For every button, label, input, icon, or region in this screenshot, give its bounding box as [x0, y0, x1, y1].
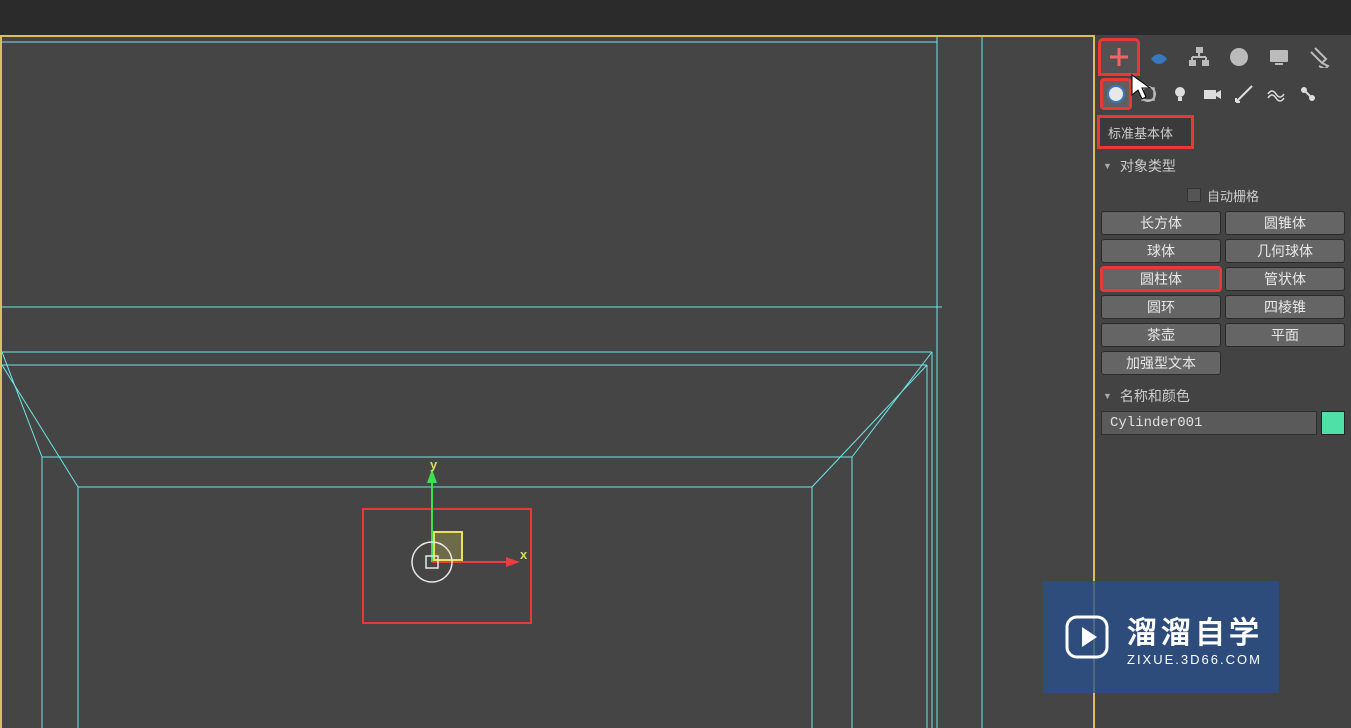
plane-button[interactable]: 平面: [1225, 323, 1345, 347]
create-tab[interactable]: [1099, 39, 1139, 75]
rollout-name-color-header[interactable]: ▼ 名称和颜色: [1095, 383, 1351, 409]
collapse-icon: ▼: [1103, 161, 1112, 171]
box-button[interactable]: 长方体: [1101, 211, 1221, 235]
object-name-input[interactable]: Cylinder001: [1101, 411, 1317, 435]
collapse-icon: ▼: [1103, 391, 1112, 401]
dropdown-label: 标准基本体: [1108, 123, 1173, 142]
tube-button[interactable]: 管状体: [1225, 267, 1345, 291]
rollout-name-color-title: 名称和颜色: [1120, 386, 1190, 406]
autogrid-checkbox[interactable]: [1187, 188, 1201, 202]
watermark-subtitle: ZIXUE.3D66.COM: [1127, 652, 1263, 667]
object-color-swatch[interactable]: [1321, 411, 1345, 435]
modify-tab[interactable]: [1139, 39, 1179, 75]
utilities-tab[interactable]: [1299, 39, 1339, 75]
geometry-category[interactable]: [1101, 79, 1131, 109]
viewport[interactable]: y x: [0, 35, 1095, 728]
axis-x-label: x: [520, 547, 527, 562]
teapot-button[interactable]: 茶壶: [1101, 323, 1221, 347]
axis-y-label: y: [430, 457, 437, 472]
cone-button[interactable]: 圆锥体: [1225, 211, 1345, 235]
helpers-category[interactable]: [1229, 79, 1259, 109]
textplus-button[interactable]: 加强型文本: [1101, 351, 1221, 375]
cameras-category[interactable]: [1197, 79, 1227, 109]
display-tab[interactable]: [1259, 39, 1299, 75]
rollout-object-type-header[interactable]: ▼ 对象类型: [1095, 153, 1351, 179]
autogrid-label: 自动栅格: [1207, 186, 1259, 205]
lights-category[interactable]: [1165, 79, 1195, 109]
spacewarps-category[interactable]: [1261, 79, 1291, 109]
cylinder-button[interactable]: 圆柱体: [1101, 267, 1221, 291]
hierarchy-tab[interactable]: [1179, 39, 1219, 75]
motion-tab[interactable]: [1219, 39, 1259, 75]
sphere-button[interactable]: 球体: [1101, 239, 1221, 263]
watermark-title: 溜溜自学: [1127, 608, 1263, 652]
geosphere-button[interactable]: 几何球体: [1225, 239, 1345, 263]
systems-category[interactable]: [1293, 79, 1323, 109]
highlight-box: [362, 508, 532, 624]
shapes-category[interactable]: [1133, 79, 1163, 109]
watermark: 溜溜自学 ZIXUE.3D66.COM: [1043, 581, 1279, 693]
rollout-title: 对象类型: [1120, 156, 1176, 176]
pyramid-button[interactable]: 四棱锥: [1225, 295, 1345, 319]
primitive-type-dropdown[interactable]: 标准基本体: [1099, 117, 1192, 147]
torus-button[interactable]: 圆环: [1101, 295, 1221, 319]
top-menu-bar: [0, 0, 1351, 35]
